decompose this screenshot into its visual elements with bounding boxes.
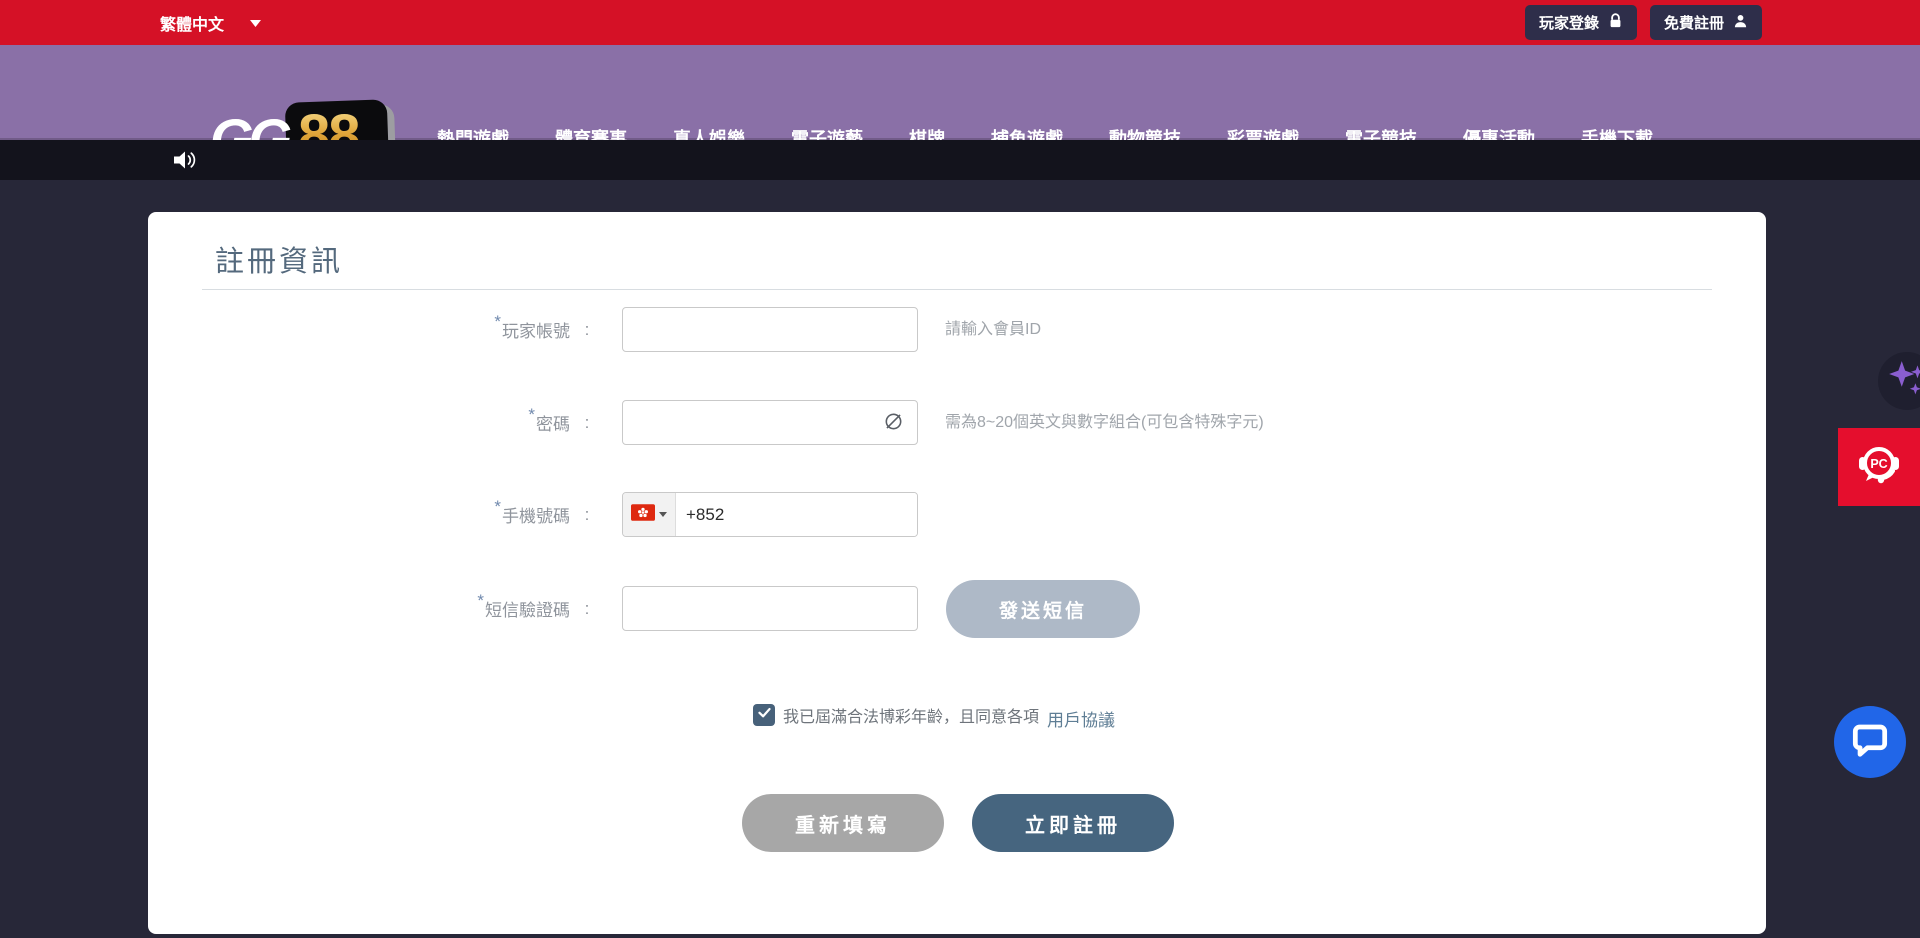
reset-button[interactable]: 重新填寫: [742, 794, 944, 852]
send-sms-button[interactable]: 發送短信: [946, 580, 1140, 638]
required-mark: *: [477, 591, 484, 611]
agreement-text: 我已屆滿合法博彩年齡，且同意各項: [783, 703, 1039, 727]
account-input[interactable]: [622, 307, 918, 352]
language-selector[interactable]: 繁體中文: [160, 0, 261, 45]
language-label: 繁體中文: [160, 11, 224, 35]
announcement-bar: [0, 140, 1920, 180]
register-button-label: 免費註冊: [1664, 12, 1724, 33]
check-icon: [757, 705, 772, 725]
sms-code-input[interactable]: [622, 586, 918, 631]
livechat-button[interactable]: [1834, 706, 1906, 778]
customer-service-button[interactable]: PC: [1838, 428, 1920, 506]
chat-bubble-icon: [1851, 721, 1889, 764]
toggle-password-visibility-button[interactable]: [876, 400, 910, 445]
password-hint: 需為8~20個英文與數字組合(可包含特殊字元): [945, 400, 1264, 445]
top-bar: 繁體中文 玩家登錄 免費註冊: [0, 0, 1920, 45]
top-actions: 玩家登錄 免費註冊: [1525, 5, 1762, 40]
label-colon: :: [570, 505, 604, 525]
phone-field: [622, 492, 918, 537]
registration-card: 註冊資訊 * 玩家帳號 : 請輸入會員ID * 密碼 : 需為8~20個英文與數…: [148, 212, 1766, 934]
chevron-down-icon: [250, 14, 261, 32]
required-mark: *: [494, 497, 501, 517]
sms-label-row: * 短信驗證碼 :: [148, 586, 604, 631]
eye-off-icon: [883, 411, 904, 435]
lock-icon: [1608, 13, 1623, 33]
account-label-row: * 玩家帳號 :: [148, 307, 604, 352]
agreement-row: 我已屆滿合法博彩年齡，且同意各項 用戶協議: [753, 702, 1115, 727]
chevron-down-icon: [659, 512, 667, 517]
main-nav: GG 88 熱門遊戲 體育賽事 真人娛樂 電子遊藝 棋牌 捕魚遊戲 動物競技 彩…: [0, 45, 1920, 140]
login-button-label: 玩家登錄: [1539, 12, 1599, 33]
password-input[interactable]: [622, 400, 918, 445]
page-title: 註冊資訊: [215, 238, 343, 280]
submit-register-button[interactable]: 立即註冊: [972, 794, 1174, 852]
phone-label-row: * 手機號碼 :: [148, 492, 604, 537]
account-hint: 請輸入會員ID: [945, 307, 1041, 352]
password-label: 密碼: [536, 410, 570, 435]
register-button[interactable]: 免費註冊: [1650, 5, 1762, 40]
required-mark: *: [494, 312, 501, 332]
headset-pc-icon: PC: [1855, 441, 1903, 494]
ai-assistant-button[interactable]: [1878, 352, 1920, 410]
phone-label: 手機號碼: [502, 502, 570, 527]
speaker-icon: [172, 148, 198, 172]
label-colon: :: [570, 599, 604, 619]
sparkles-icon: [1886, 358, 1920, 405]
required-mark: *: [528, 405, 535, 425]
country-code-selector[interactable]: [623, 493, 676, 536]
hong-kong-flag-icon: [631, 504, 655, 526]
sms-label: 短信驗證碼: [485, 596, 570, 621]
phone-input[interactable]: [676, 493, 917, 536]
user-agreement-link[interactable]: 用戶協議: [1047, 706, 1115, 731]
label-colon: :: [570, 413, 604, 433]
agreement-checkbox[interactable]: [753, 704, 775, 726]
account-label: 玩家帳號: [502, 317, 570, 342]
login-button[interactable]: 玩家登錄: [1525, 5, 1637, 40]
label-colon: :: [570, 320, 604, 340]
password-label-row: * 密碼 :: [148, 400, 604, 445]
title-divider: [202, 289, 1712, 290]
user-icon: [1733, 13, 1748, 33]
svg-text:PC: PC: [1870, 457, 1887, 471]
